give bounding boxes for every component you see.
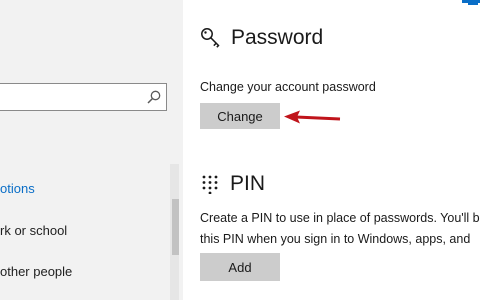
sidebar-item-work-or-school[interactable]: rk or school — [0, 223, 67, 238]
sidebar-scrollbar-thumb[interactable] — [172, 199, 179, 255]
change-password-button[interactable]: Change — [200, 103, 280, 129]
keypad-icon — [202, 175, 218, 194]
search-box[interactable] — [0, 83, 167, 111]
pin-title: PIN — [230, 172, 266, 195]
password-description: Change your account password — [200, 80, 376, 94]
key-icon — [201, 28, 220, 48]
pin-description-line1: Create a PIN to use in place of password… — [200, 211, 480, 225]
add-pin-button[interactable]: Add — [200, 253, 280, 281]
sidebar-item-other-people[interactable]: other people — [0, 264, 72, 279]
top-accent-mark — [468, 3, 478, 5]
sidebar: otions rk or school other people — [0, 0, 183, 300]
sidebar-item-sign-in-options[interactable]: otions — [0, 181, 35, 196]
password-title: Password — [231, 26, 324, 49]
pin-description-line2: this PIN when you sign in to Windows, ap… — [200, 232, 471, 246]
annotation-arrow-icon — [284, 110, 341, 124]
search-icon[interactable] — [146, 89, 162, 105]
search-input[interactable] — [0, 84, 151, 110]
